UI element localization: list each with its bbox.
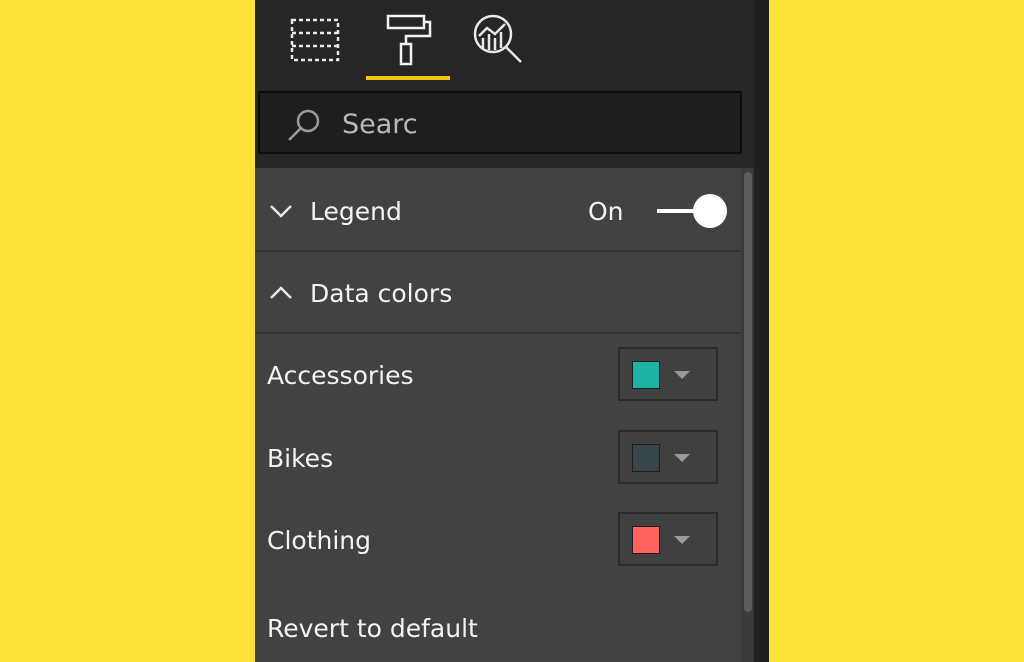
color-picker-accessories[interactable] bbox=[618, 347, 718, 401]
pane-border bbox=[754, 0, 769, 662]
revert-to-default-link[interactable]: Revert to default bbox=[267, 614, 478, 643]
pane-tab-bar bbox=[255, 0, 754, 80]
chevron-down-icon bbox=[270, 205, 292, 218]
chevron-down-icon bbox=[674, 536, 690, 544]
color-picker-bikes[interactable] bbox=[618, 430, 718, 484]
legend-state-label: On bbox=[588, 196, 624, 226]
color-swatch bbox=[632, 444, 660, 472]
fields-icon bbox=[290, 18, 340, 62]
series-label: Accessories bbox=[267, 360, 414, 390]
format-pane: Legend On Data colors Accessories Bikes … bbox=[255, 0, 769, 662]
paint-roller-icon bbox=[386, 14, 432, 66]
chevron-up-icon bbox=[270, 286, 292, 299]
analytics-icon bbox=[473, 14, 522, 63]
toggle-knob bbox=[693, 194, 727, 228]
color-row-accessories: Accessories bbox=[255, 345, 743, 405]
scroll-thumb[interactable] bbox=[744, 172, 752, 612]
search-box[interactable] bbox=[258, 91, 742, 154]
search-icon bbox=[288, 109, 320, 141]
color-picker-clothing[interactable] bbox=[618, 512, 718, 566]
color-row-clothing: Clothing bbox=[255, 510, 743, 570]
legend-section-header[interactable]: Legend On bbox=[255, 172, 743, 252]
scrollbar[interactable] bbox=[741, 168, 754, 662]
chevron-down-icon bbox=[674, 371, 690, 379]
tab-analytics[interactable] bbox=[457, 0, 541, 80]
legend-label: Legend bbox=[310, 196, 402, 226]
chevron-down-icon bbox=[674, 454, 690, 462]
data-colors-label: Data colors bbox=[310, 278, 453, 308]
search-area bbox=[255, 80, 754, 168]
tab-fields[interactable] bbox=[273, 0, 357, 80]
color-swatch bbox=[632, 526, 660, 554]
tab-format[interactable] bbox=[366, 0, 450, 80]
data-colors-section-header[interactable]: Data colors bbox=[255, 254, 743, 334]
color-row-bikes: Bikes bbox=[255, 428, 743, 488]
legend-toggle[interactable] bbox=[657, 194, 727, 228]
series-label: Bikes bbox=[267, 443, 334, 473]
search-input[interactable] bbox=[340, 105, 734, 143]
series-label: Clothing bbox=[267, 525, 372, 555]
color-swatch bbox=[632, 361, 660, 389]
